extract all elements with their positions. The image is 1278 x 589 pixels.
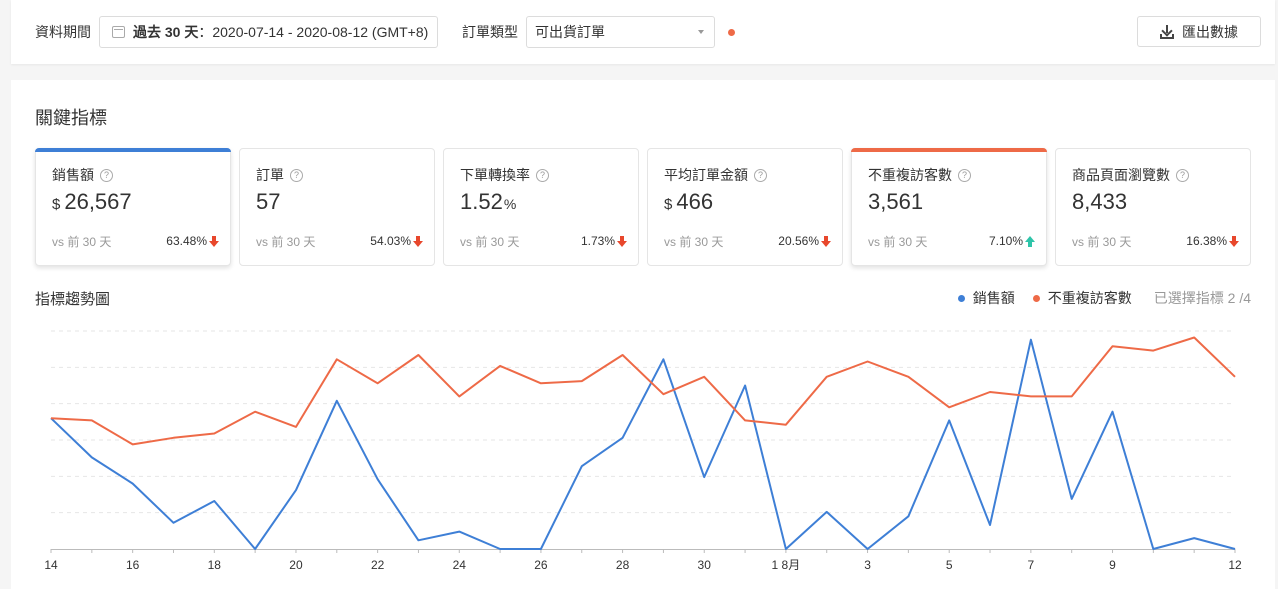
metric-value: 8,433	[1072, 189, 1127, 215]
comparison-label: vs 前 30 天	[1072, 235, 1132, 249]
date-range-picker[interactable]: 過去 30 天 ：2020-07-14 - 2020-08-12 (GMT+8)	[99, 16, 438, 48]
help-icon[interactable]: ?	[100, 168, 113, 182]
help-icon[interactable]: ?	[754, 168, 767, 182]
status-dot	[728, 29, 735, 36]
metric-change: 16.38%	[1186, 234, 1239, 248]
metric-value-text: 466	[676, 189, 714, 214]
metric-card-conversion-rate[interactable]: 下單轉換率? 1.52% vs 前 30 天 1.73%	[443, 148, 639, 266]
change-value: 16.38%	[1186, 234, 1227, 248]
export-button[interactable]: 匯出數據	[1137, 16, 1261, 47]
metric-value-text: 1.52	[460, 189, 503, 214]
metric-title-text: 不重複訪客數	[868, 167, 952, 183]
period-label: 資料期間	[35, 24, 91, 40]
metric-title: 不重複訪客數?	[868, 165, 971, 185]
metric-card-avg-order-value[interactable]: 平均訂單金額? $466 vs 前 30 天 20.56%	[647, 148, 843, 266]
legend-item-sales[interactable]: 銷售額	[957, 288, 1015, 308]
selected-indicator	[851, 148, 1047, 152]
metric-change: 20.56%	[778, 234, 831, 248]
metric-value: $466	[664, 189, 713, 215]
metric-title-text: 平均訂單金額	[664, 167, 748, 183]
arrow-down-icon	[821, 235, 831, 247]
export-label: 匯出數據	[1182, 23, 1238, 40]
arrow-down-icon	[617, 235, 627, 247]
metric-title: 銷售額?	[52, 165, 113, 185]
metric-value: 57	[256, 189, 280, 215]
metric-card-sales[interactable]: 銷售額? $26,567 vs 前 30 天 63.48%	[35, 148, 231, 266]
metric-title: 下單轉換率?	[460, 165, 549, 185]
order-type-select[interactable]: 可出貨訂單	[526, 16, 715, 48]
comparison-label: vs 前 30 天	[460, 235, 520, 249]
order-type-value: 可出貨訂單	[535, 24, 605, 40]
legend-label: 銷售額	[972, 290, 1015, 306]
change-value: 7.10%	[988, 234, 1023, 248]
arrow-up-icon	[1025, 235, 1035, 247]
change-value: 20.56%	[778, 234, 819, 248]
period-prefix: 過去 30 天	[133, 24, 199, 40]
chart-title: 指標趨勢圖	[35, 291, 111, 308]
comparison-label: vs 前 30 天	[868, 235, 928, 249]
metric-title-text: 銷售額	[52, 167, 94, 183]
comparison-label: vs 前 30 天	[256, 235, 316, 249]
help-icon[interactable]: ?	[536, 168, 549, 182]
metric-title: 平均訂單金額?	[664, 165, 767, 185]
order-type-label: 訂單類型	[462, 24, 518, 40]
currency-symbol: $	[52, 196, 61, 213]
metric-change: 7.10%	[989, 234, 1035, 248]
arrow-down-icon	[209, 235, 219, 247]
metric-value: $26,567	[52, 189, 132, 215]
comparison-label: vs 前 30 天	[52, 235, 112, 249]
help-icon[interactable]: ?	[958, 168, 971, 182]
period-range: ：2020-07-14 - 2020-08-12 (GMT+8)	[198, 24, 429, 40]
metric-title-text: 訂單	[256, 167, 284, 183]
metric-value-text: 26,567	[64, 189, 132, 214]
arrow-down-icon	[1229, 235, 1239, 247]
caret-down-icon	[698, 30, 704, 34]
legend-dot	[1032, 294, 1040, 302]
metric-unit: %	[503, 196, 517, 212]
metric-card-page-views[interactable]: 商品頁面瀏覽數? 8,433 vs 前 30 天 16.38%	[1055, 148, 1251, 266]
metric-card-orders[interactable]: 訂單? 57 vs 前 30 天 54.03%	[239, 148, 435, 266]
change-value: 63.48%	[166, 234, 207, 248]
arrow-down-icon	[413, 235, 423, 247]
metric-title-text: 商品頁面瀏覽數	[1072, 167, 1170, 183]
filter-bar: 資料期間 過去 30 天 ：2020-07-14 - 2020-08-12 (G…	[11, 0, 1275, 64]
help-icon[interactable]: ?	[1176, 168, 1189, 182]
metric-change: 1.73%	[581, 234, 627, 248]
metric-title: 商品頁面瀏覽數?	[1072, 165, 1189, 185]
change-value: 54.03%	[370, 234, 411, 248]
calendar-icon	[112, 26, 125, 38]
metric-card-unique-visitors[interactable]: 不重複訪客數? 3,561 vs 前 30 天 7.10%	[851, 148, 1047, 266]
metric-value-text: 57	[256, 189, 281, 214]
metric-title-text: 下單轉換率	[460, 167, 530, 183]
legend-item-visitors[interactable]: 不重複訪客數	[1032, 288, 1132, 308]
metric-value: 3,561	[868, 189, 923, 215]
legend-dot	[957, 294, 965, 302]
download-icon	[1160, 24, 1174, 39]
selected-indicator	[35, 148, 231, 152]
change-value: 1.73%	[580, 234, 615, 248]
metric-value-text: 3,561	[868, 189, 924, 214]
metrics-panel: 關鍵指標 銷售額? $26,567 vs 前 30 天 63.48% 訂單? 57 vs 前…	[11, 80, 1275, 589]
chart-legend: 銷售額 不重複訪客數 已選擇指標 2 /4	[957, 288, 1251, 308]
comparison-label: vs 前 30 天	[664, 235, 724, 249]
legend-label: 不重複訪客數	[1047, 290, 1132, 306]
section-title: 關鍵指標	[35, 108, 107, 128]
metric-title: 訂單?	[256, 165, 303, 185]
currency-symbol: $	[664, 196, 673, 213]
help-icon[interactable]: ?	[290, 168, 303, 182]
metric-change: 63.48%	[166, 234, 219, 248]
metric-change: 54.03%	[370, 234, 423, 248]
metric-value-text: 8,433	[1072, 189, 1128, 214]
metric-value: 1.52%	[460, 189, 516, 215]
selected-count: 已選擇指標 2 /4	[1153, 290, 1251, 306]
